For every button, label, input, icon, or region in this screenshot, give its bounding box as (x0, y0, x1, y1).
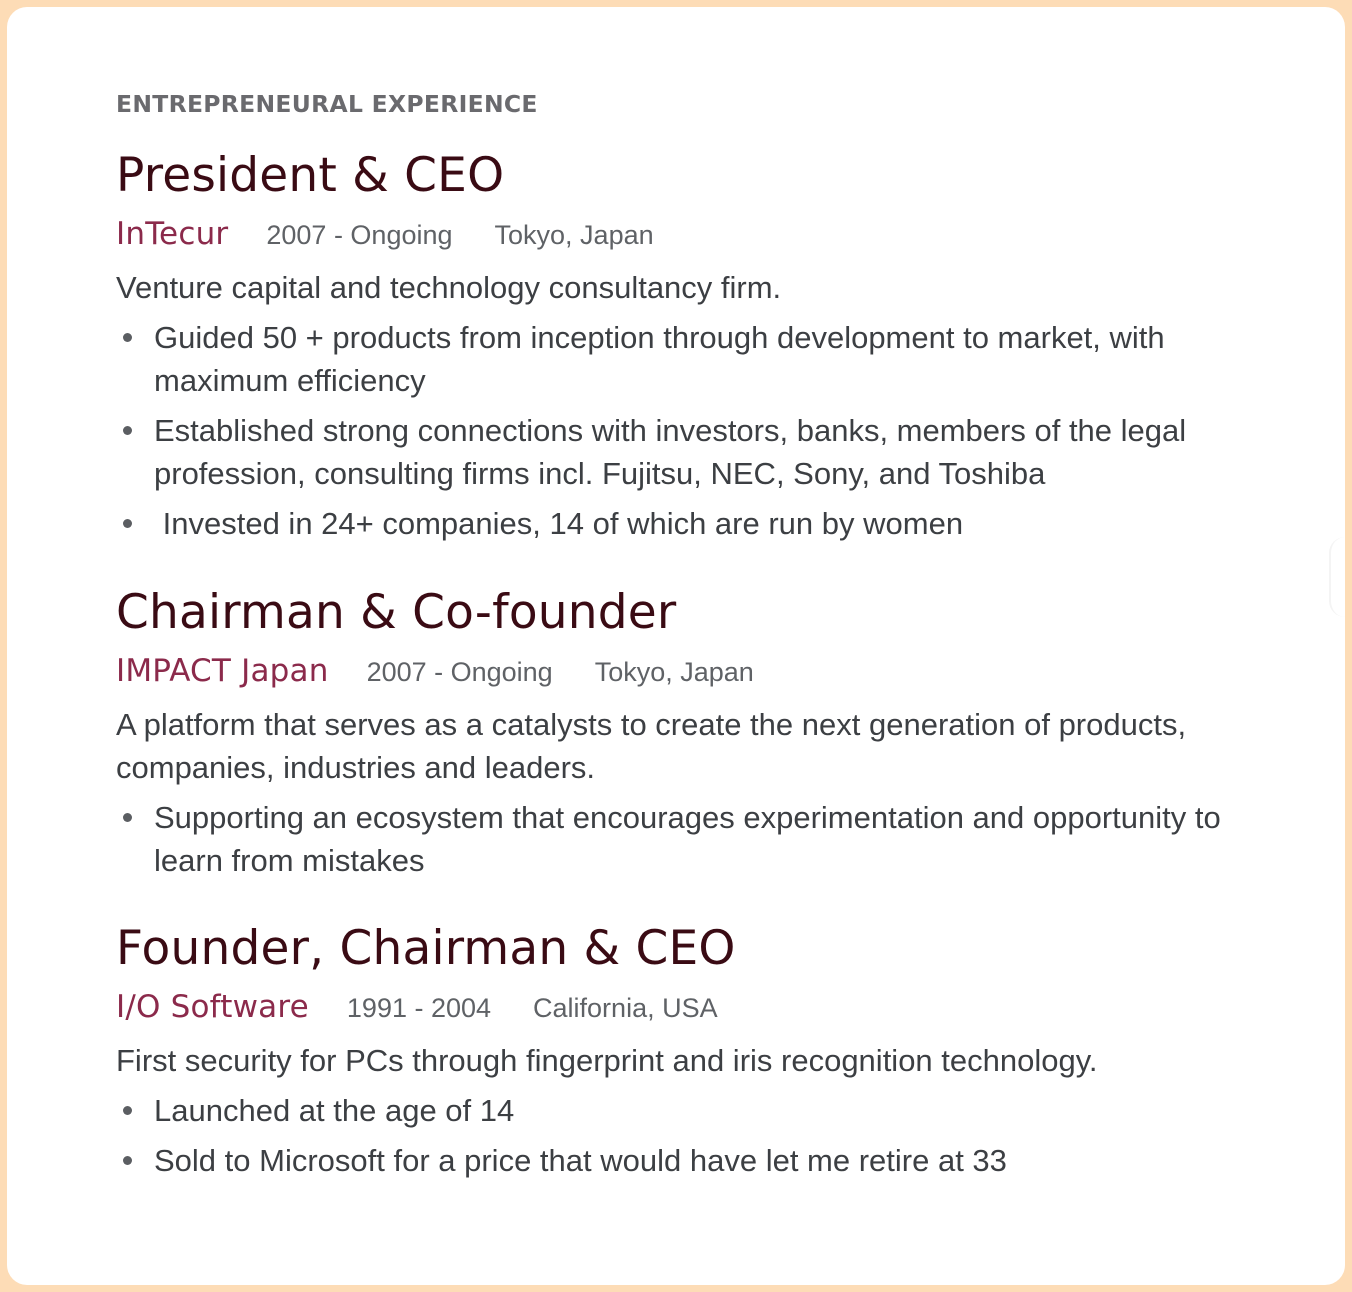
company-description: Venture capital and technology consultan… (116, 270, 782, 305)
job-title: Chairman & Co-founder (116, 585, 677, 640)
bullet-icon (123, 1106, 132, 1115)
achievement-item: Launched at the age of 14 (116, 1089, 1256, 1132)
achievement-list: Launched at the age of 14 Sold to Micros… (116, 1089, 1256, 1182)
company-name: I/O Software (116, 989, 309, 1025)
bullet-icon (123, 426, 132, 435)
bullet-icon (123, 333, 132, 342)
job-meta: I/O Software 1991 - 2004 California, USA (116, 984, 1256, 1031)
achievement-text: Guided 50 + products from inception thro… (154, 320, 1174, 398)
bullet-icon (123, 813, 132, 822)
company-description: A platform that serves as a catalysts to… (116, 707, 1187, 785)
job-meta: IMPACT Japan 2007 - Ongoing Tokyo, Japan (116, 648, 1256, 695)
company-description: First security for PCs through fingerpri… (116, 1043, 1098, 1078)
achievement-text: Invested in 24+ companies, 14 of which a… (154, 506, 964, 541)
achievement-item: Supporting an ecosystem that encourages … (116, 796, 1256, 882)
job-title: President & CEO (116, 148, 505, 203)
achievement-list: Guided 50 + products from inception thro… (116, 316, 1256, 545)
job-dates: 2007 - Ongoing (266, 220, 453, 250)
experience-section: ENTREPRENEURAL EXPERIENCE President & CE… (116, 87, 1256, 1189)
bullet-icon (123, 519, 132, 528)
experience-entry: Founder, Chairman & CEO I/O Software 199… (116, 918, 1256, 1182)
achievement-item: Invested in 24+ companies, 14 of which a… (116, 502, 1256, 545)
resume-card: ENTREPRENEURAL EXPERIENCE President & CE… (7, 7, 1345, 1285)
achievement-item: Guided 50 + products from inception thro… (116, 316, 1256, 402)
achievement-list: Supporting an ecosystem that encourages … (116, 796, 1256, 882)
job-location: Tokyo, Japan (594, 657, 754, 687)
experience-entry: President & CEO InTecur 2007 - Ongoing T… (116, 145, 1256, 545)
achievement-text: Established strong connections with inve… (154, 413, 1195, 491)
company-name: IMPACT Japan (116, 653, 329, 689)
achievement-text: Supporting an ecosystem that encourages … (154, 800, 1230, 878)
section-heading: ENTREPRENEURAL EXPERIENCE (116, 92, 538, 118)
job-meta: InTecur 2007 - Ongoing Tokyo, Japan (116, 211, 1256, 258)
bullet-icon (123, 1156, 132, 1165)
achievement-item: Sold to Microsoft for a price that would… (116, 1139, 1256, 1182)
job-dates: 1991 - 2004 (346, 993, 492, 1023)
achievement-text: Launched at the age of 14 (154, 1093, 515, 1128)
scroll-edge-indicator (1329, 537, 1345, 617)
job-location: Tokyo, Japan (494, 220, 654, 250)
achievement-text: Sold to Microsoft for a price that would… (154, 1143, 1007, 1178)
company-name: InTecur (116, 216, 229, 252)
experience-entry: Chairman & Co-founder IMPACT Japan 2007 … (116, 582, 1256, 882)
job-title: Founder, Chairman & CEO (116, 921, 736, 976)
achievement-item: Established strong connections with inve… (116, 409, 1256, 495)
job-location: California, USA (533, 993, 718, 1023)
job-dates: 2007 - Ongoing (366, 657, 553, 687)
